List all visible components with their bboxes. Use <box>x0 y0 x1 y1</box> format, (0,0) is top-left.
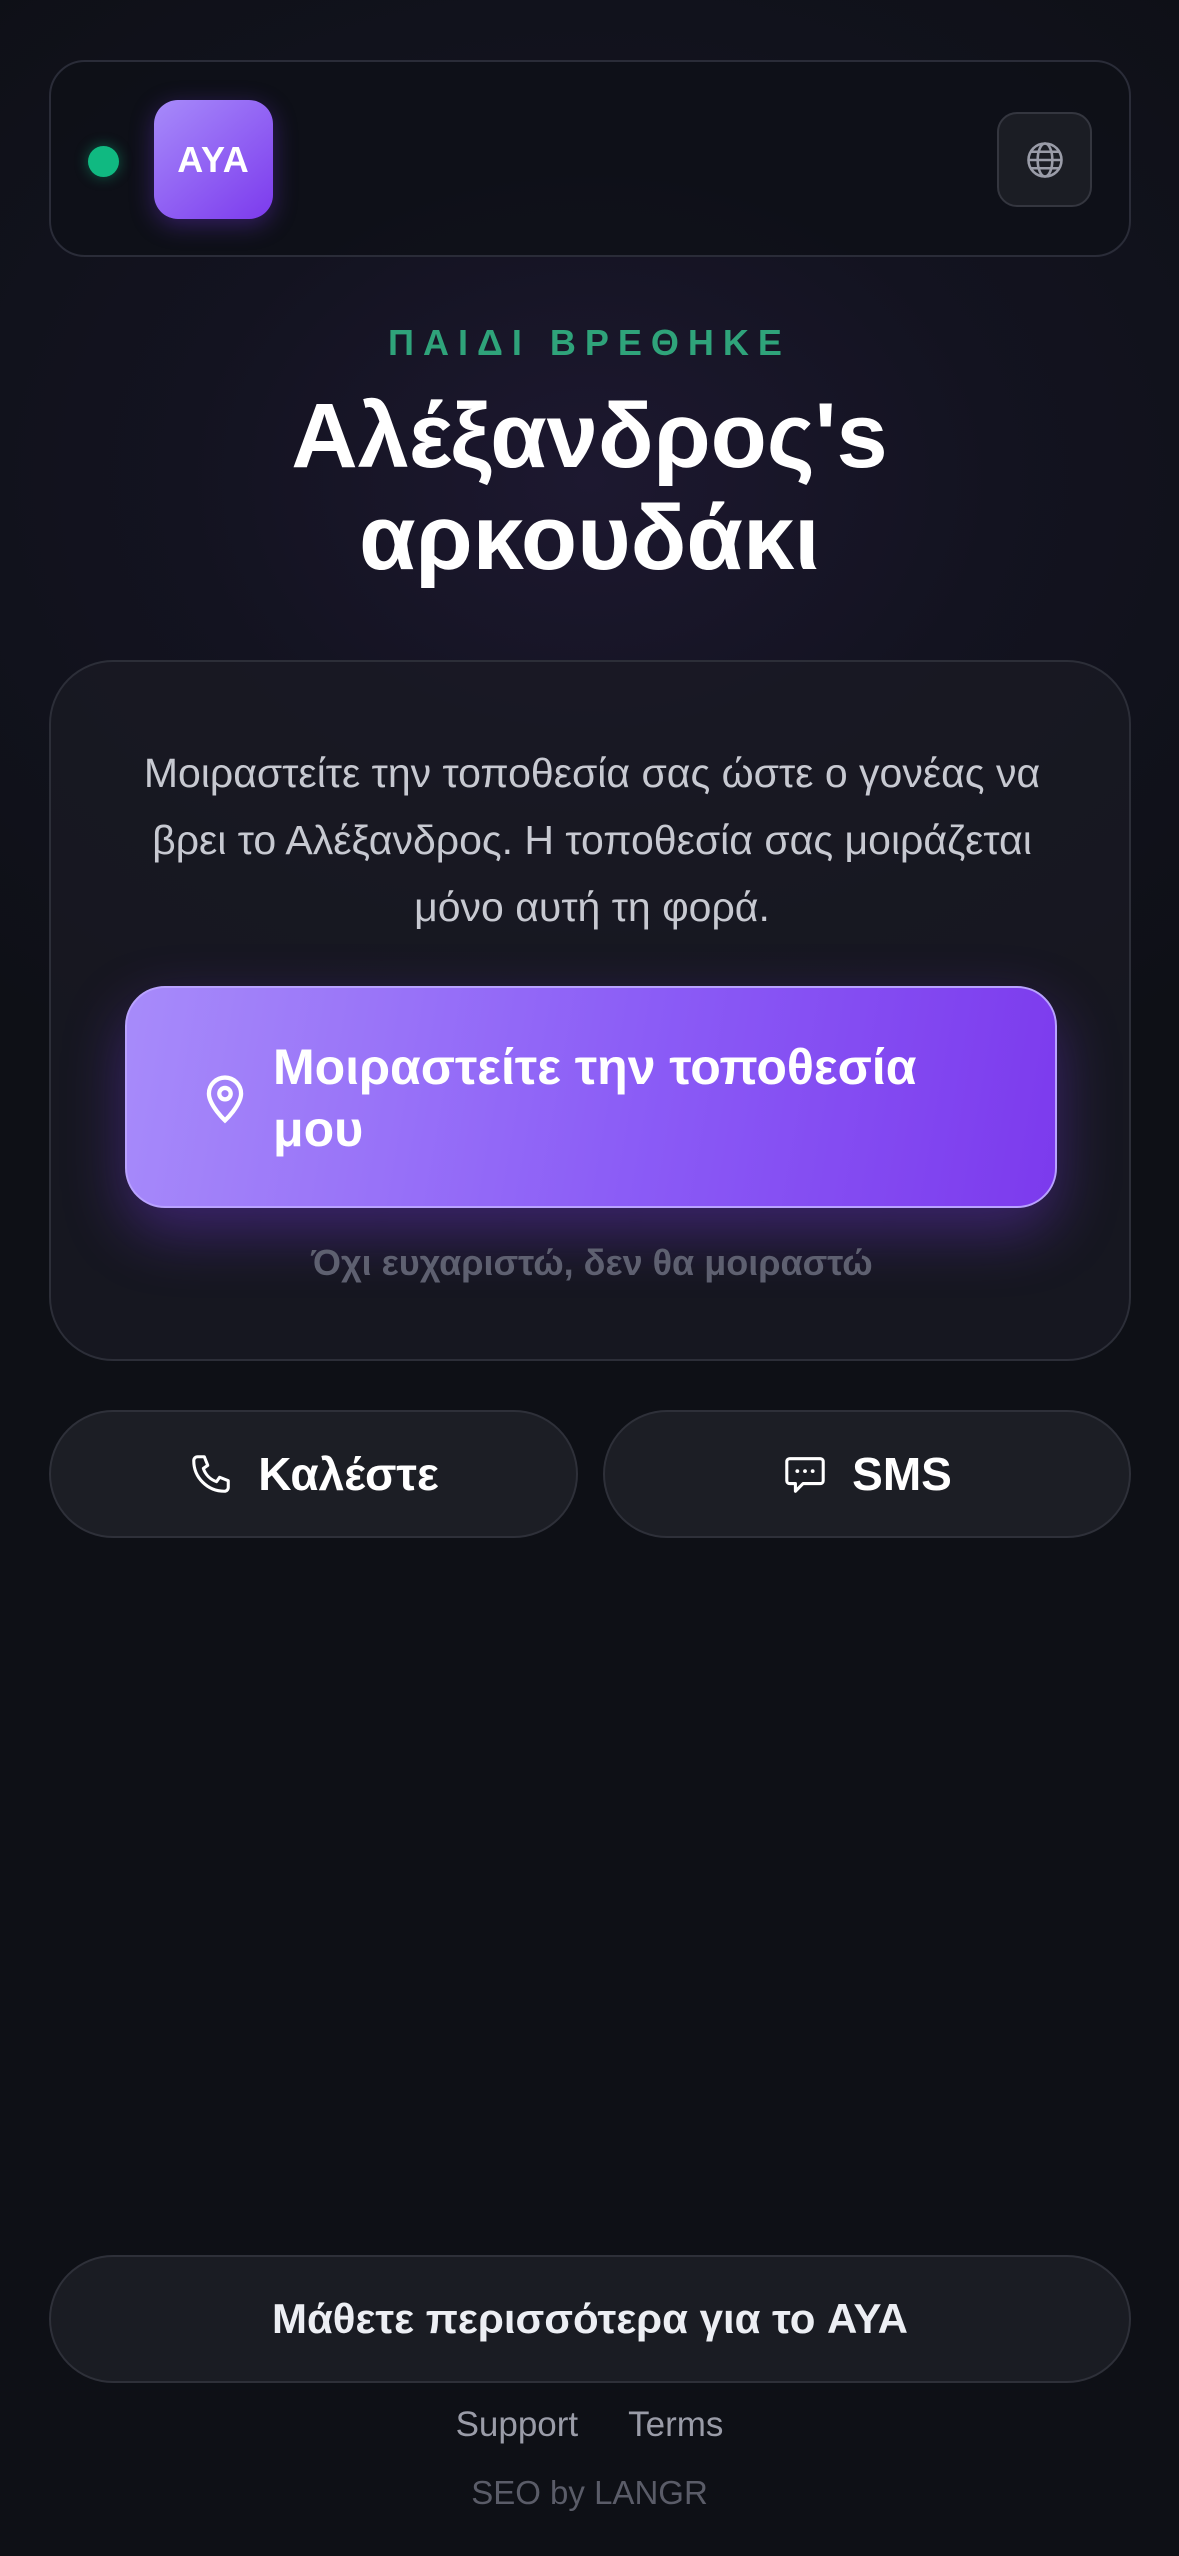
sms-label: SMS <box>852 1448 952 1500</box>
share-location-card: Μοιραστείτε την τοποθεσία σας ώστε ο γον… <box>49 660 1131 1361</box>
phone-icon <box>192 1455 230 1493</box>
location-pin-icon <box>206 1075 244 1124</box>
top-bar: AYA <box>49 60 1131 257</box>
decline-share-link[interactable]: Όχι ευχαριστώ, δεν θα μοιραστώ <box>51 1242 1133 1284</box>
globe-icon <box>1026 141 1063 178</box>
title-line-2: αρκουδάκι <box>359 487 820 589</box>
support-link[interactable]: Support <box>456 2405 579 2445</box>
footer-links: Support Terms <box>0 2405 1179 2445</box>
sms-button[interactable]: SMS <box>603 1410 1131 1538</box>
call-label: Καλέστε <box>258 1448 439 1500</box>
logo: AYA <box>154 100 273 219</box>
share-location-button[interactable]: Μοιραστείτε την τοποθεσία μου <box>125 986 1057 1208</box>
title-line-1: Αλέξανδρος's <box>291 385 888 487</box>
share-description: Μοιραστείτε την τοποθεσία σας ώστε ο γον… <box>143 750 1041 930</box>
call-button[interactable]: Καλέστε <box>49 1410 578 1538</box>
language-button[interactable] <box>997 112 1092 207</box>
message-icon <box>785 1457 825 1493</box>
share-location-label: Μοιραστείτε την τοποθεσία μου <box>273 1039 917 1157</box>
learn-more-button[interactable]: Μάθετε περισσότερα για το AYA <box>49 2255 1131 2383</box>
seo-credit[interactable]: SEO by LANGR <box>0 2474 1179 2512</box>
page-title: Αλέξανδρος's αρκουδάκι <box>0 385 1179 589</box>
status-dot <box>88 146 119 177</box>
found-eyebrow: ΠΑΙΔΙ ΒΡΕΘΗΚΕ <box>388 322 791 363</box>
terms-link[interactable]: Terms <box>628 2405 723 2445</box>
